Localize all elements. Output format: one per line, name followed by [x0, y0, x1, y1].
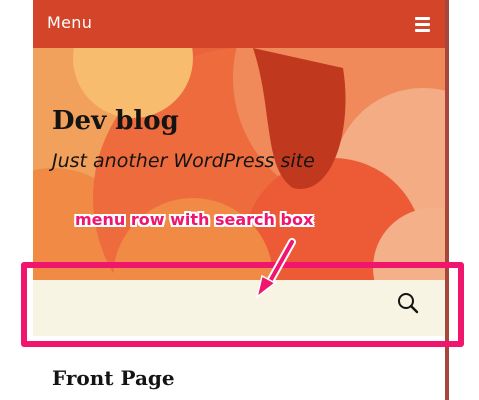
menu-toggle-label[interactable]: Menu: [47, 13, 92, 32]
annotation-highlight-box: [21, 262, 464, 347]
top-menu-bar[interactable]: Menu: [33, 0, 445, 48]
entry-title[interactable]: Front Page: [52, 366, 175, 390]
annotation-label: menu row with search box: [75, 210, 314, 229]
site-tagline: Just another WordPress site: [52, 150, 315, 172]
site-title[interactable]: Dev blog: [52, 106, 179, 136]
hamburger-icon[interactable]: [415, 17, 430, 32]
